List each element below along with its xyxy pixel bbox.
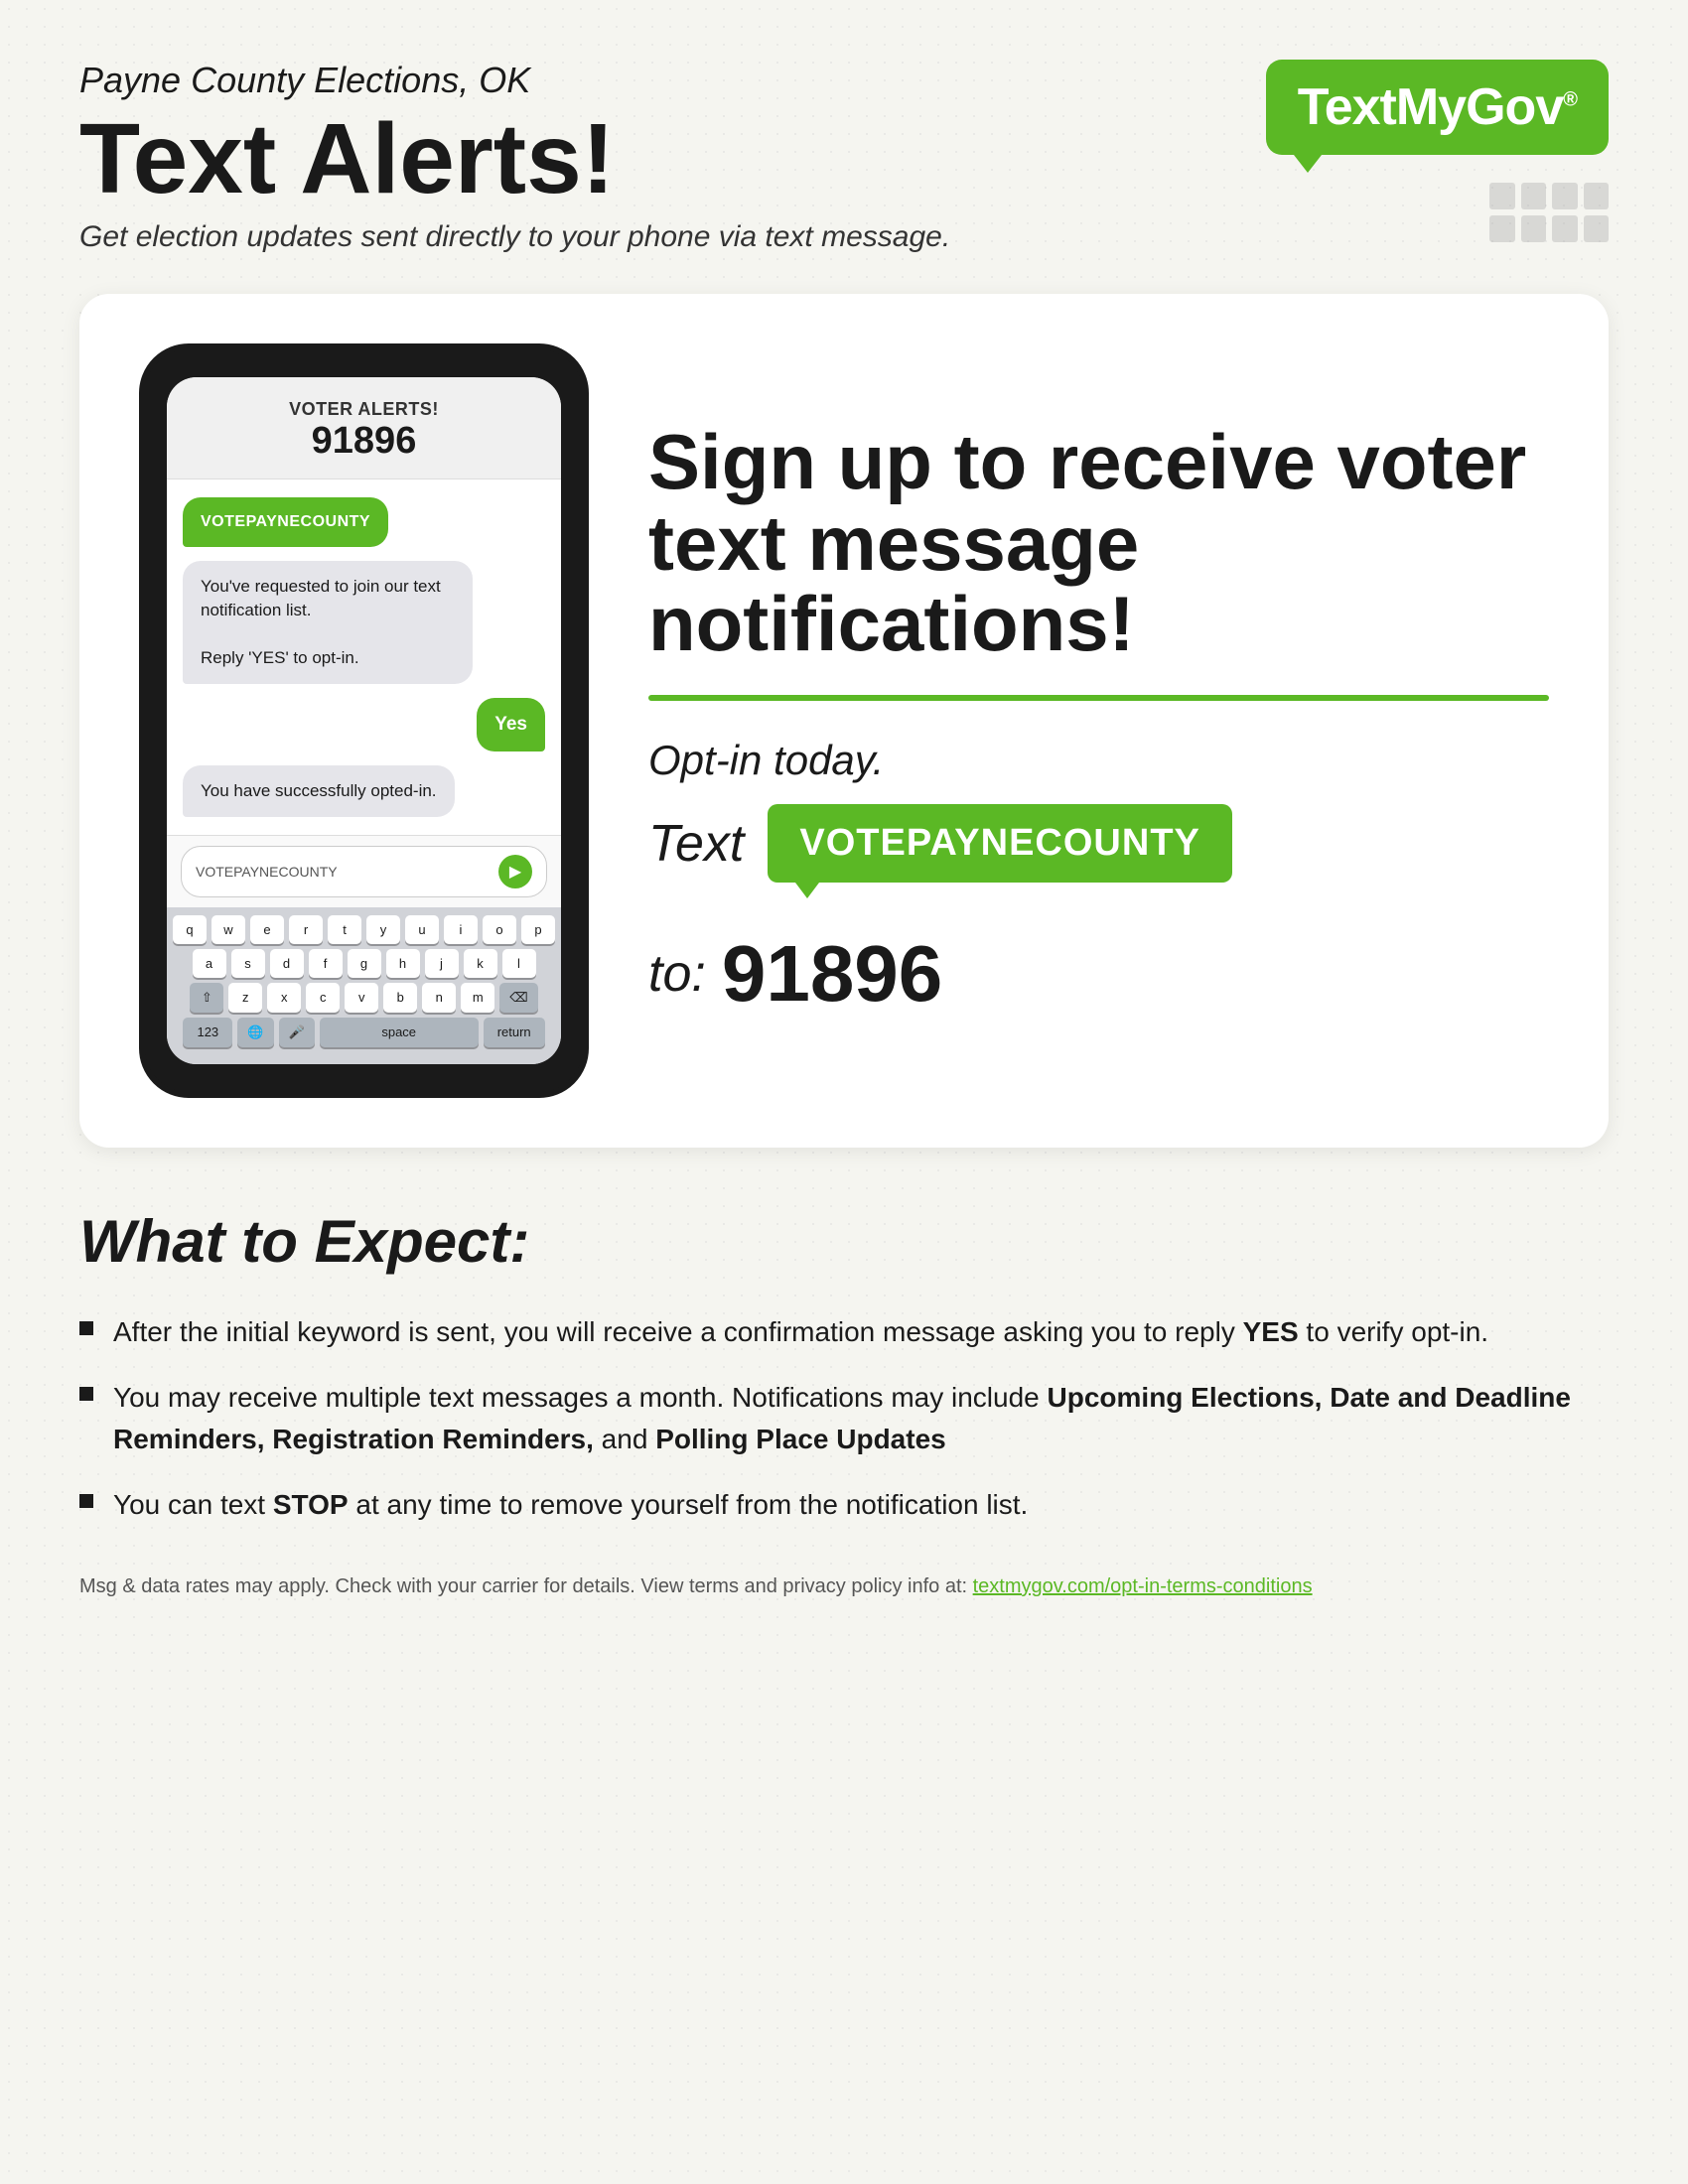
- key-k[interactable]: k: [464, 949, 497, 978]
- key-h[interactable]: h: [386, 949, 420, 978]
- main-title: Text Alerts!: [79, 109, 950, 208]
- phone-number: 91896: [183, 420, 545, 463]
- key-return[interactable]: return: [484, 1018, 545, 1047]
- keyboard-row-4: 123 🌐 🎤 space return: [173, 1018, 555, 1047]
- key-o[interactable]: o: [483, 915, 516, 944]
- phone-messages: VOTEPAYNECOUNTY You've requested to join…: [167, 479, 561, 835]
- right-content: Sign up to receive voter text message no…: [648, 343, 1549, 1098]
- key-x[interactable]: x: [267, 983, 301, 1013]
- key-p[interactable]: p: [521, 915, 555, 944]
- bullet-item-0: After the initial keyword is sent, you w…: [79, 1311, 1609, 1353]
- phone-alert-label: VOTER ALERTS!: [183, 399, 545, 420]
- key-l[interactable]: l: [502, 949, 536, 978]
- keyboard-row-2: a s d f g h j k l: [173, 949, 555, 978]
- key-a[interactable]: a: [193, 949, 226, 978]
- message-bubble-received-1: You've requested to join our text notifi…: [183, 561, 473, 683]
- phone-input-text: VOTEPAYNECOUNTY: [196, 864, 338, 880]
- bullet-list: After the initial keyword is sent, you w…: [79, 1311, 1609, 1526]
- expect-title: What to Expect:: [79, 1207, 1609, 1276]
- key-v[interactable]: v: [345, 983, 378, 1013]
- to-number: 91896: [722, 928, 942, 1020]
- bullet-item-1: You may receive multiple text messages a…: [79, 1377, 1609, 1460]
- phone-input-bar[interactable]: VOTEPAYNECOUNTY ▶: [167, 835, 561, 907]
- keyboard-row-3: ⇧ z x c v b n m ⌫: [173, 983, 555, 1013]
- key-t[interactable]: t: [328, 915, 361, 944]
- phone-screen: VOTER ALERTS! 91896 VOTEPAYNECOUNTY You'…: [167, 377, 561, 1064]
- key-i[interactable]: i: [444, 915, 478, 944]
- key-y[interactable]: y: [366, 915, 400, 944]
- page-container: Payne County Elections, OK Text Alerts! …: [0, 0, 1688, 2184]
- phone-send-button[interactable]: ▶: [498, 855, 532, 888]
- key-z[interactable]: z: [228, 983, 262, 1013]
- logo-grid-decoration: [1489, 183, 1609, 242]
- message-bubble-reply: Yes: [477, 698, 545, 752]
- key-b[interactable]: b: [383, 983, 417, 1013]
- key-c[interactable]: c: [306, 983, 340, 1013]
- key-m[interactable]: m: [461, 983, 494, 1013]
- key-numbers[interactable]: 123: [183, 1018, 232, 1047]
- key-globe[interactable]: 🌐: [237, 1018, 273, 1047]
- bullet-square-0: [79, 1321, 93, 1335]
- main-card: VOTER ALERTS! 91896 VOTEPAYNECOUNTY You'…: [79, 294, 1609, 1148]
- key-n[interactable]: n: [422, 983, 456, 1013]
- message-bubble-sent-keyword: VOTEPAYNECOUNTY: [183, 497, 388, 547]
- tagline: Get election updates sent directly to yo…: [79, 220, 950, 254]
- content-wrapper: Payne County Elections, OK Text Alerts! …: [79, 60, 1609, 1598]
- logo-text-gov: Gov: [1466, 78, 1563, 136]
- text-keyword-row: Text VOTEPAYNECOUNTY: [648, 804, 1549, 883]
- logo-container: TextMyGov®: [1266, 60, 1609, 242]
- green-divider: [648, 695, 1549, 701]
- message-bubble-received-2: You have successfully opted-in.: [183, 765, 455, 817]
- footer-link[interactable]: textmygov.com/opt-in-terms-conditions: [973, 1575, 1313, 1597]
- key-backspace[interactable]: ⌫: [499, 983, 537, 1013]
- key-d[interactable]: d: [270, 949, 304, 978]
- subtitle: Payne County Elections, OK: [79, 60, 950, 101]
- header: Payne County Elections, OK Text Alerts! …: [79, 60, 1609, 254]
- textmygov-logo: TextMyGov®: [1266, 60, 1609, 155]
- key-q[interactable]: q: [173, 915, 207, 944]
- key-f[interactable]: f: [309, 949, 343, 978]
- to-number-row: to: 91896: [648, 928, 1549, 1020]
- expect-section: What to Expect: After the initial keywor…: [79, 1207, 1609, 1526]
- bullet-text-0: After the initial keyword is sent, you w…: [113, 1311, 1488, 1353]
- bullet-text-1: You may receive multiple text messages a…: [113, 1377, 1609, 1460]
- bullet-text-2: You can text STOP at any time to remove …: [113, 1484, 1028, 1526]
- bullet-square-1: [79, 1387, 93, 1401]
- key-space[interactable]: space: [320, 1018, 479, 1047]
- bullet-square-2: [79, 1494, 93, 1508]
- logo-text: TextMyGov®: [1298, 78, 1577, 136]
- logo-text-black: Text: [1298, 78, 1396, 136]
- phone-mockup: VOTER ALERTS! 91896 VOTEPAYNECOUNTY You'…: [139, 343, 589, 1098]
- text-word: Text: [648, 814, 744, 874]
- footer-text: Msg & data rates may apply. Check with y…: [79, 1575, 967, 1597]
- key-j[interactable]: j: [425, 949, 459, 978]
- opt-in-label: Opt-in today.: [648, 737, 1549, 784]
- key-g[interactable]: g: [348, 949, 381, 978]
- phone-header: VOTER ALERTS! 91896: [167, 377, 561, 479]
- to-label: to:: [648, 944, 706, 1004]
- key-w[interactable]: w: [211, 915, 245, 944]
- registered-mark: ®: [1563, 89, 1577, 111]
- phone-keyboard: q w e r t y u i o p a: [167, 907, 561, 1064]
- bullet-item-2: You can text STOP at any time to remove …: [79, 1484, 1609, 1526]
- key-r[interactable]: r: [289, 915, 323, 944]
- keyword-badge: VOTEPAYNECOUNTY: [768, 804, 1232, 883]
- phone-input-field[interactable]: VOTEPAYNECOUNTY ▶: [181, 846, 547, 897]
- header-left: Payne County Elections, OK Text Alerts! …: [79, 60, 950, 254]
- key-e[interactable]: e: [250, 915, 284, 944]
- keyboard-row-1: q w e r t y u i o p: [173, 915, 555, 944]
- key-shift[interactable]: ⇧: [190, 983, 223, 1013]
- key-s[interactable]: s: [231, 949, 265, 978]
- signup-headline: Sign up to receive voter text message no…: [648, 422, 1549, 666]
- key-u[interactable]: u: [405, 915, 439, 944]
- key-mic[interactable]: 🎤: [279, 1018, 315, 1047]
- footer-disclaimer: Msg & data rates may apply. Check with y…: [79, 1575, 1609, 1598]
